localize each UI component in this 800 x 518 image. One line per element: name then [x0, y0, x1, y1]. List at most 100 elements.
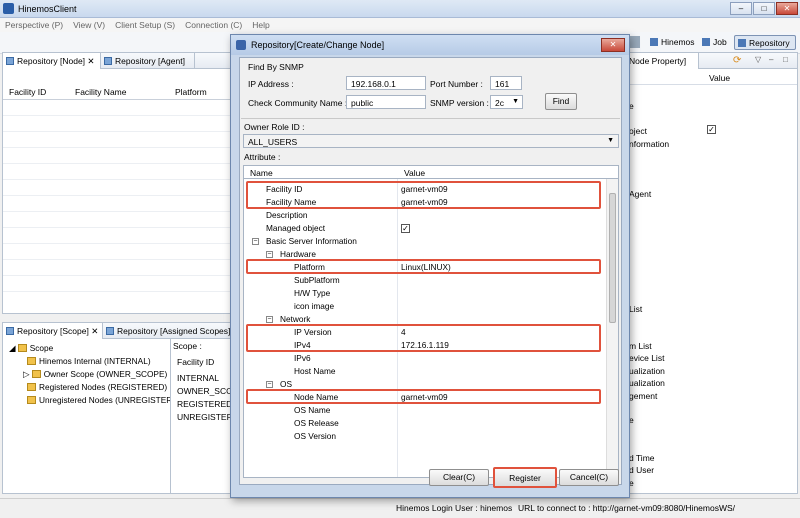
tree-item-unregistered[interactable]: Unregistered Nodes (UNREGISTERE — [27, 395, 178, 405]
col-facility-id[interactable]: Facility ID — [9, 87, 46, 97]
status-bar: Hinemos Login User : hinemos URL to conn… — [0, 498, 800, 518]
managed-object-checkbox[interactable]: ✓ — [401, 224, 410, 233]
highlight-network — [246, 324, 601, 352]
facility-row[interactable]: REGISTERED — [177, 399, 232, 409]
owner-role-label: Owner Role ID : — [244, 122, 305, 132]
ip-address-label: IP Address : — [248, 79, 294, 89]
tab-repository-node[interactable]: Repository [Node] ✕ — [3, 53, 101, 69]
attr-row-managed-object[interactable]: Managed object ✓ — [244, 222, 606, 235]
assigned-tab-icon — [106, 327, 114, 335]
chevron-down-icon: ▼ — [607, 137, 614, 144]
ip-address-input[interactable]: 192.168.0.1 — [346, 76, 426, 90]
tab-node-property[interactable]: Node Property] — [623, 53, 699, 69]
attr-name: OS — [280, 379, 292, 389]
view-menu-icon[interactable]: ▽ — [755, 55, 761, 64]
tab-repository-scope[interactable]: Repository [Scope] ✕ — [3, 323, 103, 339]
scrollbar-thumb[interactable] — [609, 193, 616, 323]
header-divider — [3, 99, 231, 100]
attr-row-os-name[interactable]: OS Name — [244, 404, 606, 417]
scope-header: Scope : — [173, 341, 202, 351]
perspective-hinemos[interactable]: Hinemos — [650, 35, 695, 49]
perspective-job[interactable]: Job — [702, 35, 727, 49]
grid-line — [3, 259, 231, 260]
menu-perspective[interactable]: Perspective (P) — [0, 18, 68, 30]
managed-checkbox[interactable]: ✓ — [707, 125, 716, 134]
dialog-close-button[interactable]: ✕ — [601, 38, 625, 52]
attr-row-basic-server-info[interactable]: – Basic Server Information — [244, 235, 606, 248]
tab-repository-node-label: Repository [Node] — [17, 56, 86, 66]
menu-bar: Perspective (P) View (V) Client Setup (S) C… — [0, 18, 800, 32]
status-url: URL to connect to : http://garnet-vm09:8… — [518, 503, 736, 513]
minimize-view-icon[interactable]: – — [769, 55, 773, 64]
collapse-icon[interactable]: – — [266, 381, 273, 388]
folder-icon — [27, 357, 36, 365]
collapse-icon[interactable]: – — [266, 316, 273, 323]
grid-line — [3, 227, 231, 228]
find-snmp-group-label: Find By SNMP — [248, 62, 304, 72]
tree-item-registered[interactable]: Registered Nodes (REGISTERED) — [27, 382, 167, 392]
attr-row-os-version[interactable]: OS Version — [244, 430, 606, 443]
attr-row-os-release[interactable]: OS Release — [244, 417, 606, 430]
tree-item-internal[interactable]: Hinemos Internal (INTERNAL) — [27, 356, 151, 366]
toolbar-icon[interactable] — [630, 36, 640, 48]
tab-assigned-scopes-label: Repository [Assigned Scopes] — [117, 326, 231, 336]
col-name[interactable]: Name — [250, 168, 273, 178]
close-button[interactable]: ✕ — [776, 2, 798, 15]
col-value[interactable]: Value — [404, 168, 425, 178]
facility-row[interactable]: INTERNAL — [177, 373, 219, 383]
col-platform[interactable]: Platform — [175, 87, 207, 97]
perspective-repository[interactable]: Repository — [734, 35, 796, 50]
register-button[interactable]: Register — [493, 467, 557, 488]
property-fragment: nformation — [629, 139, 670, 149]
tree-item-owner-scope[interactable]: ▷ Owner Scope (OWNER_SCOPE) — [23, 369, 167, 379]
agent-tab-icon — [104, 57, 112, 65]
property-fragment: ualization — [629, 366, 665, 376]
property-fragment: oject — [629, 126, 647, 136]
attr-row-description[interactable]: Description — [244, 209, 606, 222]
highlight-facility — [246, 181, 601, 209]
attr-name: OS Release — [294, 418, 339, 428]
tab-repository-agent[interactable]: Repository [Agent] — [101, 53, 195, 69]
port-number-input[interactable]: 161 — [490, 76, 522, 90]
find-button[interactable]: Find — [545, 93, 577, 110]
dialog-body: Find By SNMP IP Address : 192.168.0.1 Po… — [239, 57, 622, 485]
attribute-scrollbar[interactable] — [606, 179, 618, 477]
refresh-icon[interactable]: ⟳ — [733, 55, 743, 66]
tree-item-internal-label: Hinemos Internal (INTERNAL) — [39, 356, 151, 366]
property-fragment: List — [629, 304, 643, 314]
facility-id-header[interactable]: Facility ID — [177, 357, 214, 367]
minimize-button[interactable]: – — [730, 2, 752, 15]
tree-item-scope[interactable]: ◢ Scope — [9, 343, 53, 353]
snmp-version-value: 2c — [495, 98, 504, 108]
community-name-input[interactable]: public — [346, 95, 426, 109]
clear-button[interactable]: Clear(C) — [429, 469, 489, 486]
owner-role-value: ALL_USERS — [248, 137, 298, 147]
owner-role-select[interactable]: ALL_USERS ▼ — [243, 134, 619, 148]
attr-name: IPv6 — [294, 353, 311, 363]
attr-name: Network — [280, 314, 311, 324]
maximize-button[interactable]: □ — [753, 2, 775, 15]
attr-row-hw-type[interactable]: H/W Type — [244, 287, 606, 300]
collapse-icon[interactable]: – — [266, 251, 273, 258]
property-fragment: Agent — [629, 189, 652, 199]
menu-view[interactable]: View (V) — [68, 18, 110, 30]
tab-repository-assigned-scopes[interactable]: Repository [Assigned Scopes] — [103, 323, 233, 339]
dialog-title: Repository[Create/Change Node] — [251, 40, 385, 50]
menu-help[interactable]: Help — [247, 18, 274, 30]
grid-line — [3, 179, 231, 180]
collapse-icon[interactable]: – — [252, 238, 259, 245]
cancel-button[interactable]: Cancel(C) — [559, 469, 619, 486]
maximize-view-icon[interactable]: □ — [783, 55, 788, 64]
node-property-pane: Node Property] ⟳ ▽ – □ Value e oject ✓ n… — [622, 52, 798, 494]
attr-row-ipv6[interactable]: IPv6 — [244, 352, 606, 365]
attr-name: SubPlatform — [294, 275, 340, 285]
attr-row-subplatform[interactable]: SubPlatform — [244, 274, 606, 287]
dialog-app-icon — [236, 40, 246, 50]
attr-row-host-name[interactable]: Host Name — [244, 365, 606, 378]
attr-row-icon-image[interactable]: icon image — [244, 300, 606, 313]
attribute-label: Attribute : — [244, 152, 281, 162]
menu-connection[interactable]: Connection (C) — [180, 18, 247, 30]
menu-client-setup[interactable]: Client Setup (S) — [110, 18, 180, 30]
col-facility-name[interactable]: Facility Name — [75, 87, 126, 97]
snmp-version-select[interactable]: 2c ▼ — [490, 95, 523, 109]
